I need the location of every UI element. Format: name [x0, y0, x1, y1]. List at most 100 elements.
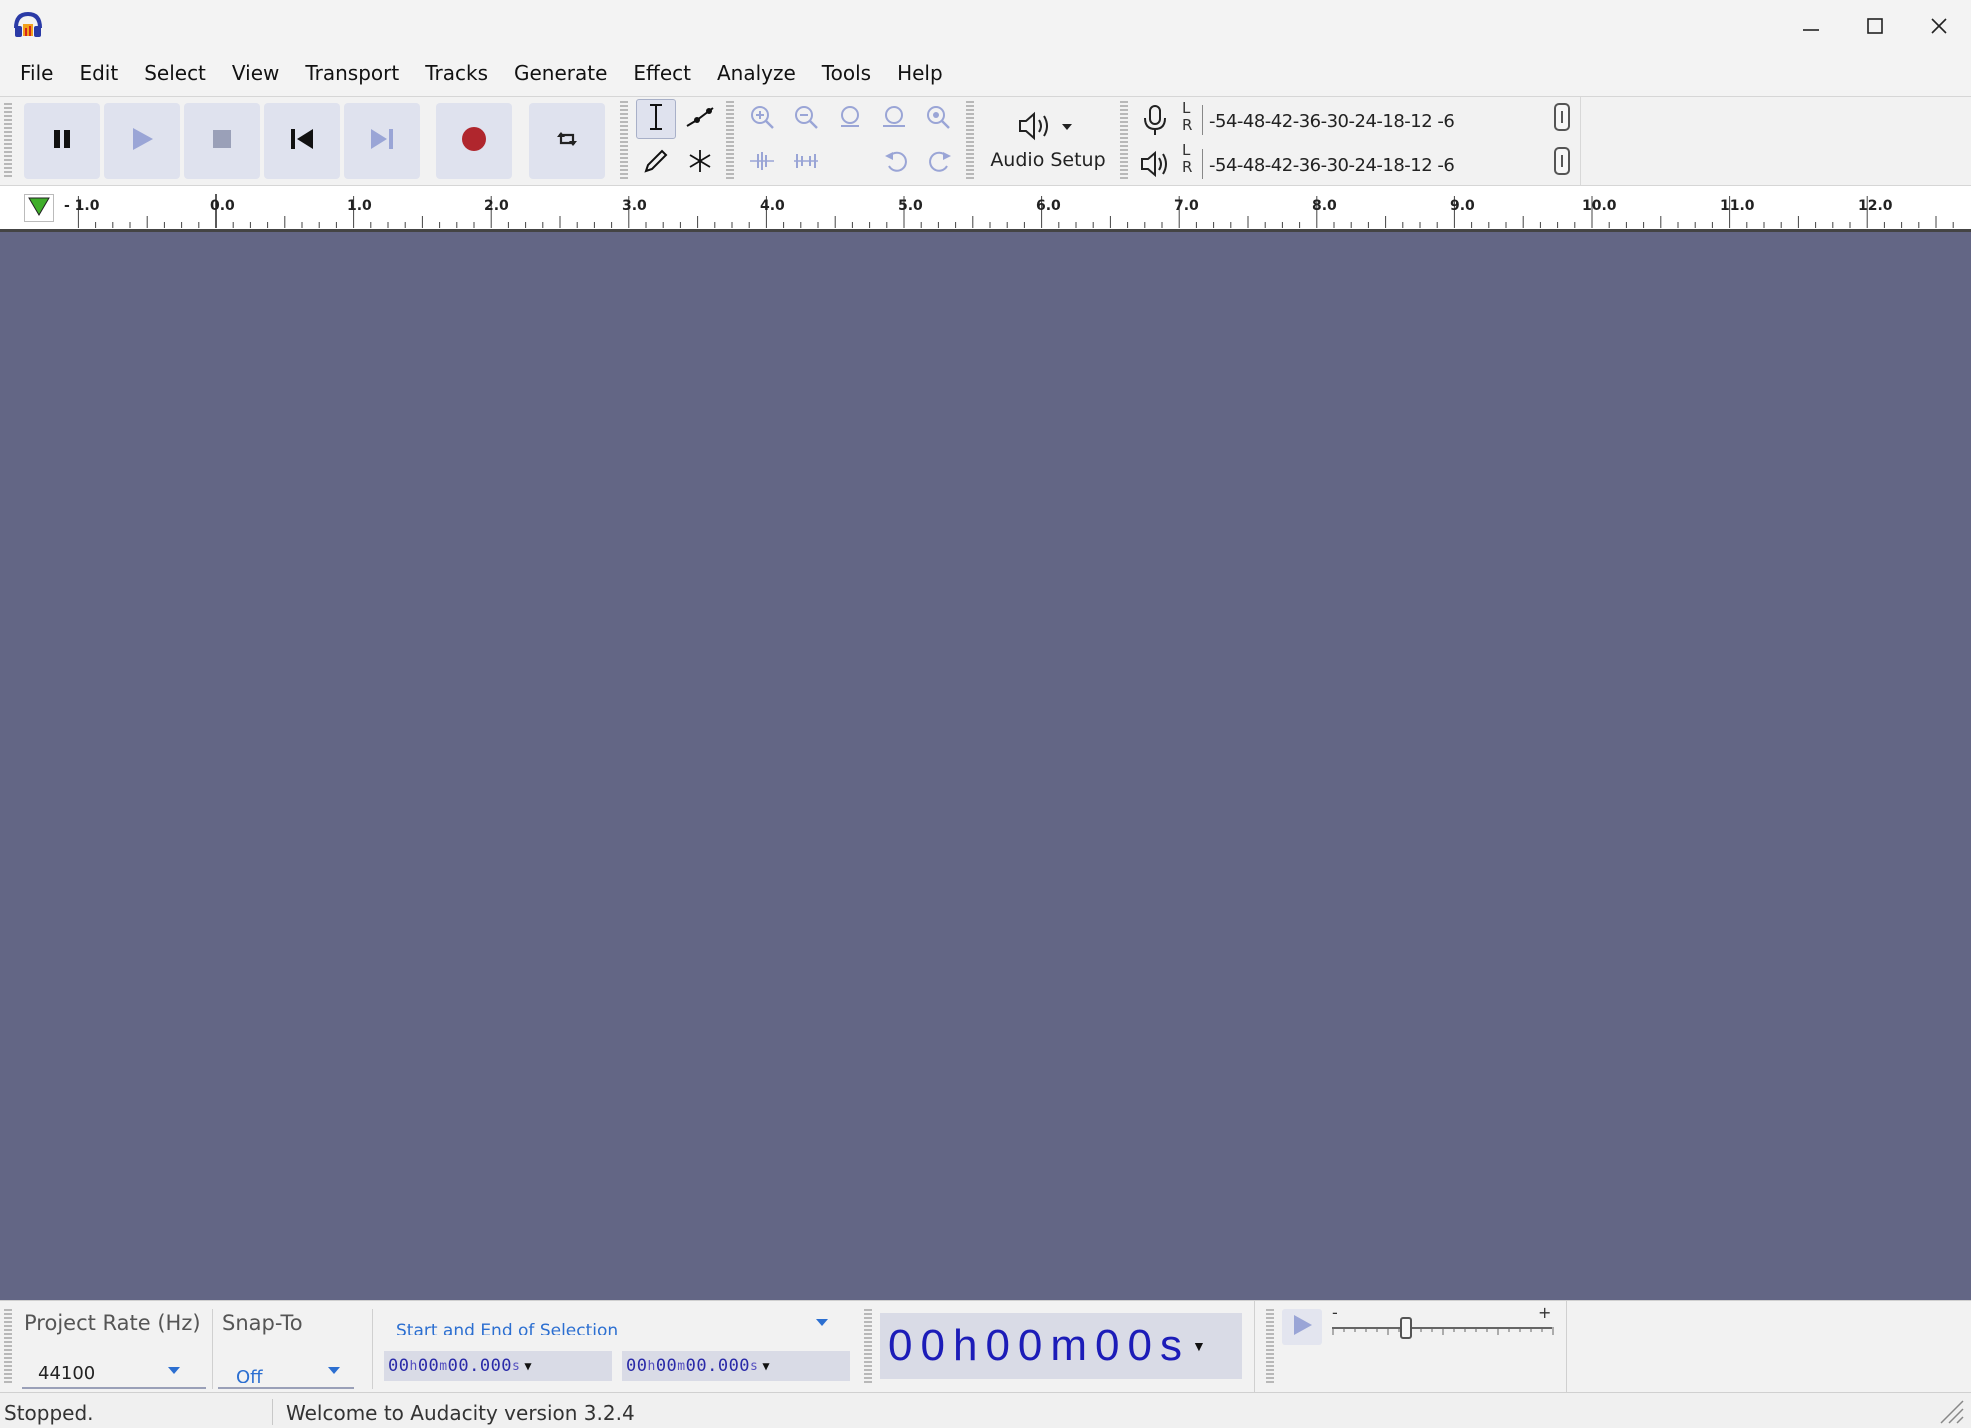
divider [272, 1399, 273, 1425]
selection-tool-button[interactable] [636, 99, 676, 139]
minimize-icon[interactable] [1789, 8, 1833, 44]
play-at-speed-icon [1290, 1313, 1314, 1341]
zoom-toggle-button[interactable] [918, 99, 958, 139]
ruler-ticks [77, 194, 1954, 228]
multi-tool-button[interactable] [680, 143, 720, 183]
time-toolbar-grip[interactable] [864, 1309, 872, 1385]
edit-toolbar-grip[interactable] [726, 101, 734, 181]
ruler-label: - 1.0 [64, 198, 100, 214]
slow-label: - [1332, 1303, 1338, 1322]
undo-button[interactable] [876, 143, 916, 183]
record-button[interactable] [436, 103, 512, 179]
ruler-label: 0.0 [210, 198, 235, 214]
speaker-icon[interactable] [1138, 147, 1172, 185]
timeline-ruler[interactable]: - 1.0 0.0 1.0 2.0 3.0 4.0 5.0 6.0 7.0 8.… [0, 186, 1971, 232]
ruler-label: 8.0 [1312, 198, 1337, 214]
selection-end-time[interactable]: 00 h 00 m 00.000 s ▼ [622, 1351, 850, 1381]
play-speed-slider-thumb[interactable] [1400, 1317, 1412, 1339]
ruler-label: 9.0 [1450, 198, 1475, 214]
play-speed-ticks [1332, 1327, 1554, 1335]
close-icon[interactable] [1917, 8, 1961, 44]
trim-outside-button[interactable] [742, 143, 782, 183]
menu-analyze[interactable]: Analyze [705, 53, 808, 93]
selection-mode-dropdown[interactable]: Start and End of Selection [382, 1311, 838, 1341]
fit-project-button[interactable] [874, 99, 914, 139]
stop-icon [211, 128, 233, 154]
ruler-label: 7.0 [1174, 198, 1199, 214]
resize-grip-icon[interactable] [1937, 1397, 1965, 1428]
zoom-in-icon [749, 104, 775, 134]
record-meter[interactable]: LR -54-48-42-36-30-24-18-12 -6 [1138, 99, 1578, 139]
menu-effect[interactable]: Effect [621, 53, 703, 93]
menu-transport[interactable]: Transport [293, 53, 411, 93]
chevron-down-icon: ▼ [1192, 1338, 1206, 1354]
skip-to-start-button[interactable] [264, 103, 340, 179]
pause-button[interactable] [24, 103, 100, 179]
audio-setup-toolbar-grip[interactable] [966, 101, 974, 181]
pause-icon [51, 128, 73, 154]
meter-toolbar-grip[interactable] [1120, 101, 1128, 181]
tools-toolbar-grip[interactable] [620, 101, 628, 181]
skip-to-end-icon [369, 127, 395, 155]
ruler-label: 2.0 [484, 198, 509, 214]
redo-button[interactable] [920, 143, 960, 183]
menu-help[interactable]: Help [885, 53, 955, 93]
transport-toolbar-grip[interactable] [4, 103, 12, 179]
chevron-down-icon [816, 1319, 828, 1326]
play-at-speed-toolbar-grip[interactable] [1266, 1309, 1274, 1385]
fit-selection-button[interactable] [830, 99, 870, 139]
selection-toolbar: Project Rate (Hz) 44100 Snap-To Off Star… [0, 1300, 1971, 1393]
menu-tracks[interactable]: Tracks [413, 53, 500, 93]
menu-file[interactable]: File [8, 53, 65, 93]
playback-meter-scale[interactable]: -54-48-42-36-30-24-18-12 -6 [1202, 149, 1552, 179]
toolbar-divider [1580, 97, 1581, 185]
divider [1566, 1301, 1567, 1393]
divider [212, 1309, 213, 1389]
envelope-tool-button[interactable] [680, 99, 720, 139]
menu-generate[interactable]: Generate [502, 53, 619, 93]
play-icon [129, 126, 155, 156]
silence-selection-button[interactable] [786, 143, 826, 183]
toolbar-area: Audio Setup LR -54-48-42-36-30-24-18-12 … [0, 96, 1971, 186]
audio-position-display[interactable]: 00 h 00 m 00 s ▼ [880, 1313, 1242, 1379]
skip-to-start-icon [289, 127, 315, 155]
divider [372, 1309, 373, 1389]
fit-project-icon [881, 104, 907, 134]
loop-icon [553, 125, 581, 157]
menu-tools[interactable]: Tools [810, 53, 883, 93]
zoom-in-button[interactable] [742, 99, 782, 139]
microphone-icon[interactable] [1138, 103, 1172, 141]
playback-meter[interactable]: LR -54-48-42-36-30-24-18-12 -6 [1138, 141, 1578, 185]
ruler-label: 1.0 [347, 198, 372, 214]
record-meter-scale[interactable]: -54-48-42-36-30-24-18-12 -6 [1202, 105, 1552, 135]
menu-edit[interactable]: Edit [67, 53, 130, 93]
zoom-toggle-icon [925, 104, 951, 134]
record-level-slider[interactable] [1554, 103, 1570, 131]
title-bar [0, 0, 1971, 50]
snap-to-dropdown[interactable]: Off [218, 1349, 354, 1389]
zoom-out-button[interactable] [786, 99, 826, 139]
audio-setup-button[interactable]: Audio Setup [982, 101, 1114, 181]
skip-to-end-button[interactable] [344, 103, 420, 179]
stop-button[interactable] [184, 103, 260, 179]
chevron-down-icon: ▼ [524, 1359, 533, 1373]
envelope-tool-icon [685, 104, 715, 134]
maximize-icon[interactable] [1853, 8, 1897, 44]
divider [1254, 1301, 1255, 1393]
play-at-speed-button[interactable] [1282, 1309, 1322, 1345]
selection-toolbar-grip[interactable] [4, 1309, 12, 1385]
fit-selection-icon [837, 104, 863, 134]
meter-lr-labels: LR [1182, 141, 1193, 176]
menu-view[interactable]: View [220, 53, 291, 93]
track-area[interactable] [0, 232, 1971, 1300]
selection-start-time[interactable]: 00 h 00 m 00.000 s ▼ [384, 1351, 612, 1381]
project-rate-dropdown[interactable]: 44100 [22, 1349, 206, 1389]
snap-to-label: Snap-To [222, 1311, 303, 1335]
loop-button[interactable] [529, 103, 605, 179]
menu-select[interactable]: Select [132, 53, 218, 93]
play-button[interactable] [104, 103, 180, 179]
meter-lr-labels: LR [1182, 99, 1193, 134]
ruler-label: 5.0 [898, 198, 923, 214]
playback-level-slider[interactable] [1554, 147, 1570, 175]
draw-tool-button[interactable] [636, 143, 676, 183]
